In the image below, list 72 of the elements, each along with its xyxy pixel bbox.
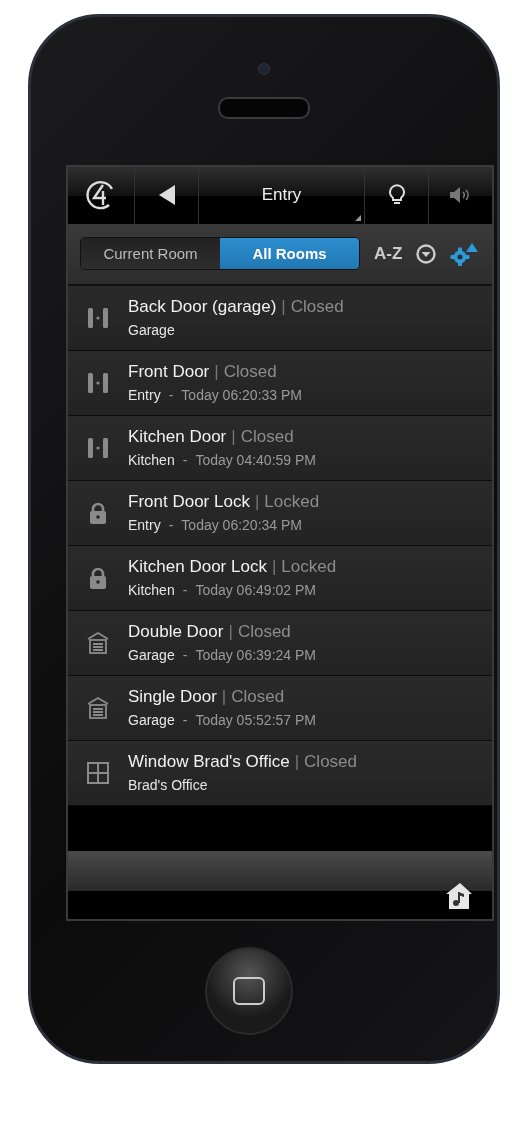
dropdown-corner-icon bbox=[355, 214, 361, 221]
device-name: Single Door bbox=[128, 687, 217, 708]
front-camera bbox=[258, 62, 270, 75]
divider-text: | bbox=[214, 362, 219, 383]
padlock-icon bbox=[89, 501, 107, 524]
device-name: Front Door bbox=[128, 362, 210, 383]
device-name: Back Door (garage) bbox=[128, 297, 277, 318]
last-changed-time: Today 06:39:24 PM bbox=[195, 647, 316, 664]
padlock-icon bbox=[89, 566, 107, 589]
speaker-icon bbox=[449, 187, 472, 204]
device-name: Front Door Lock bbox=[128, 492, 250, 513]
device-row[interactable]: Kitchen Door Lock | Locked Kitchen - Today 06:49:02 PM bbox=[68, 545, 492, 611]
device-status: Closed bbox=[237, 622, 291, 643]
divider-text: | bbox=[294, 752, 300, 773]
last-changed-time: Today 06:49:02 PM bbox=[195, 582, 316, 599]
room-name: Kitchen bbox=[128, 582, 175, 599]
device-status: Closed bbox=[231, 687, 285, 708]
device-row[interactable]: Window Brad's Office | Closed Brad's Office bbox=[68, 740, 492, 806]
home-music-icon[interactable] bbox=[446, 883, 474, 910]
device-status: Locked bbox=[264, 492, 320, 513]
garage-icon bbox=[87, 696, 109, 719]
window-icon bbox=[87, 761, 109, 784]
segment-tab[interactable]: All Rooms bbox=[220, 238, 359, 270]
room-name: Garage bbox=[128, 647, 175, 664]
light-bulb-icon bbox=[388, 184, 405, 207]
device-status: Closed bbox=[304, 752, 357, 773]
garage-icon bbox=[87, 631, 109, 654]
device-row[interactable]: Front Door | Closed Entry - Today 06:20:33 PM bbox=[68, 350, 492, 416]
dash-separator: - bbox=[182, 647, 188, 664]
divider-text: | bbox=[231, 427, 236, 448]
back-triangle-icon bbox=[158, 185, 175, 206]
device-name: Kitchen Door Lock bbox=[128, 557, 267, 578]
dash-separator: - bbox=[168, 387, 174, 404]
device-name: Window Brad's Office bbox=[128, 752, 290, 773]
divider-text: | bbox=[271, 557, 277, 578]
segment-tab[interactable]: Current Room bbox=[81, 238, 220, 270]
device-status: Closed bbox=[290, 297, 344, 318]
clock-icon[interactable] bbox=[416, 243, 437, 264]
room-title[interactable]: Entry bbox=[261, 185, 302, 206]
device-row[interactable]: Single Door | Closed Garage - Today 05:52:57 PM bbox=[68, 675, 492, 741]
device-status: Closed bbox=[223, 362, 277, 383]
room-name: Entry bbox=[128, 387, 161, 404]
dash-separator: - bbox=[182, 712, 188, 729]
device-row[interactable]: Back Door (garage) | Closed Garage bbox=[68, 285, 492, 351]
device-row[interactable]: Front Door Lock | Locked Entry - Today 06:20:34 PM bbox=[68, 480, 492, 546]
divider-text: | bbox=[254, 492, 260, 513]
last-changed-time: Today 06:20:33 PM bbox=[181, 387, 302, 404]
room-name: Entry bbox=[128, 517, 161, 534]
room-name: Brad's Office bbox=[128, 777, 208, 794]
settings-icon[interactable] bbox=[450, 241, 481, 266]
device-row[interactable]: Kitchen Door | Closed Kitchen - Today 04:40:59 PM bbox=[68, 415, 492, 481]
dash-separator: - bbox=[182, 582, 188, 599]
device-name: Kitchen Door bbox=[128, 427, 227, 448]
room-name: Garage bbox=[128, 322, 175, 339]
last-changed-time: Today 05:52:57 PM bbox=[195, 712, 316, 729]
dash-separator: - bbox=[182, 452, 188, 469]
divider-text: | bbox=[281, 297, 286, 318]
last-changed-time: Today 06:20:34 PM bbox=[181, 517, 302, 534]
door-sensor-icon bbox=[87, 435, 109, 460]
device-row[interactable]: Double Door | Closed Garage - Today 06:39:24 PM bbox=[68, 610, 492, 676]
sort-alphabetical-button[interactable]: A-Z bbox=[374, 243, 403, 264]
room-name: Garage bbox=[128, 712, 175, 729]
device-status: Closed bbox=[240, 427, 294, 448]
room-name: Kitchen bbox=[128, 452, 175, 469]
divider-text: | bbox=[221, 687, 227, 708]
last-changed-time: Today 04:40:59 PM bbox=[195, 452, 316, 469]
door-sensor-icon bbox=[87, 370, 109, 395]
device-name: Double Door bbox=[128, 622, 224, 643]
dash-separator: - bbox=[168, 517, 174, 534]
door-sensor-icon bbox=[87, 305, 109, 330]
divider-text: | bbox=[228, 622, 233, 643]
device-status: Locked bbox=[281, 557, 337, 578]
